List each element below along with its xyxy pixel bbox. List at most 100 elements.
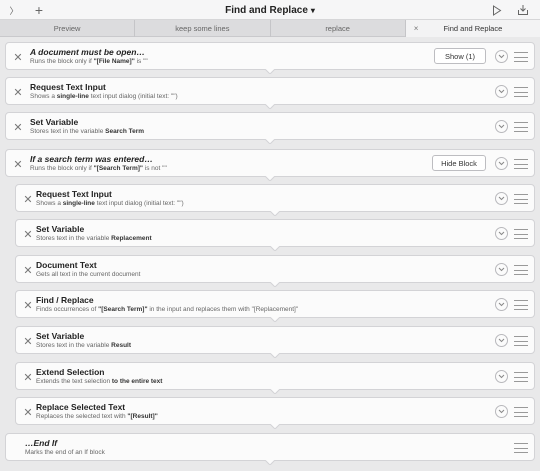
chevron-down-icon[interactable] xyxy=(495,334,508,347)
chevron-down-icon[interactable] xyxy=(495,298,508,311)
chevron-down-icon[interactable] xyxy=(495,405,508,418)
action-document-text[interactable]: ✕ Document Text Gets all text in the cur… xyxy=(15,255,535,287)
share-icon[interactable] xyxy=(515,0,531,20)
hide-block-button[interactable]: Hide Block xyxy=(432,155,486,171)
connector-notch xyxy=(265,460,275,465)
chevron-down-icon[interactable] xyxy=(495,192,508,205)
action-subtitle: Runs the block only if "[File Name]" is … xyxy=(30,58,148,65)
action-title: Set Variable xyxy=(30,117,79,127)
tab-preview[interactable]: Preview xyxy=(0,20,136,37)
drag-handle-icon[interactable] xyxy=(514,229,528,239)
action-title: Find / Replace xyxy=(36,295,94,305)
action-subtitle: Runs the block only if "[Search Term]" i… xyxy=(30,165,167,172)
connector-notch xyxy=(270,317,280,322)
close-icon[interactable]: ✕ xyxy=(11,43,25,71)
play-icon[interactable] xyxy=(490,0,504,20)
action-title: Document Text xyxy=(36,260,97,270)
chevron-down-icon[interactable] xyxy=(495,157,508,170)
toolbar: 〉 + Find and Replace ▾ xyxy=(0,0,540,20)
action-request-text-input[interactable]: ✕ Request Text Input Shows a single-line… xyxy=(5,77,535,109)
action-subtitle: Stores text in the variable Search Term xyxy=(30,128,145,135)
action-find-replace[interactable]: ✕ Find / Replace Finds occurrences of "[… xyxy=(15,290,535,322)
chevron-down-icon[interactable] xyxy=(495,50,508,63)
drag-handle-icon[interactable] xyxy=(514,159,528,169)
connector-notch xyxy=(265,139,275,144)
connector-notch xyxy=(270,246,280,251)
connector-notch xyxy=(270,282,280,287)
document-title-text: Find and Replace xyxy=(225,4,308,16)
connector-notch xyxy=(265,104,275,109)
action-if-document-open[interactable]: ✕ A document must be open… Runs the bloc… xyxy=(5,42,535,74)
action-extend-selection[interactable]: ✕ Extend Selection Extends the text sele… xyxy=(15,362,535,394)
action-subtitle: Finds occurrences of "[Search Term]" in … xyxy=(36,306,299,313)
chevron-down-icon[interactable] xyxy=(495,120,508,133)
action-list: ✕ A document must be open… Runs the bloc… xyxy=(0,37,540,471)
connector-notch xyxy=(270,389,280,394)
document-title[interactable]: Find and Replace ▾ xyxy=(0,0,540,20)
close-icon[interactable]: ✕ xyxy=(21,185,35,213)
close-icon[interactable]: ✕ xyxy=(11,113,25,141)
action-request-text-input-nested[interactable]: ✕ Request Text Input Shows a single-line… xyxy=(15,184,535,216)
action-set-variable-replacement[interactable]: ✕ Set Variable Stores text in the variab… xyxy=(15,219,535,251)
action-title: Extend Selection xyxy=(36,367,105,377)
close-icon[interactable]: ✕ xyxy=(21,327,35,355)
action-subtitle: Gets all text in the current document xyxy=(36,271,141,278)
connector-notch xyxy=(265,176,275,181)
close-tab-icon[interactable]: × xyxy=(414,20,419,37)
tab-label: Find and Replace xyxy=(443,24,503,33)
close-icon[interactable]: ✕ xyxy=(21,398,35,426)
action-title: Set Variable xyxy=(36,224,85,234)
action-subtitle: Stores text in the variable Replacement xyxy=(36,235,152,242)
tab-keep-some-lines[interactable]: keep some lines xyxy=(135,20,271,37)
chevron-down-icon[interactable] xyxy=(495,85,508,98)
tab-label: replace xyxy=(325,24,350,33)
action-set-variable[interactable]: ✕ Set Variable Stores text in the variab… xyxy=(5,112,535,144)
action-replace-selected-text[interactable]: ✕ Replace Selected Text Replaces the sel… xyxy=(15,397,535,429)
close-icon[interactable]: ✕ xyxy=(21,291,35,319)
drag-handle-icon[interactable] xyxy=(514,87,528,97)
close-icon[interactable]: ✕ xyxy=(11,78,25,106)
action-if-search-term[interactable]: ✕ If a search term was entered… Runs the… xyxy=(5,149,535,181)
chevron-down-icon[interactable] xyxy=(495,370,508,383)
action-subtitle: Shows a single-line text input dialog (i… xyxy=(36,200,184,207)
drag-handle-icon[interactable] xyxy=(514,372,528,382)
drag-handle-icon[interactable] xyxy=(514,407,528,417)
action-title: A document must be open… xyxy=(30,47,145,57)
drag-handle-icon[interactable] xyxy=(514,300,528,310)
connector-notch xyxy=(270,211,280,216)
show-button[interactable]: Show (1) xyxy=(434,48,486,64)
title-chevron-icon: ▾ xyxy=(310,5,315,15)
action-title: Request Text Input xyxy=(36,189,112,199)
action-set-variable-result[interactable]: ✕ Set Variable Stores text in the variab… xyxy=(15,326,535,358)
drag-handle-icon[interactable] xyxy=(514,194,528,204)
action-subtitle: Shows a single-line text input dialog (i… xyxy=(30,93,178,100)
tab-label: Preview xyxy=(53,24,81,33)
drag-handle-icon[interactable] xyxy=(514,52,528,62)
action-subtitle: Marks the end of an If block xyxy=(25,449,105,456)
action-title: Replace Selected Text xyxy=(36,402,126,412)
action-title: Set Variable xyxy=(36,331,85,341)
connector-notch xyxy=(270,424,280,429)
tab-replace[interactable]: replace xyxy=(271,20,406,37)
chevron-down-icon[interactable] xyxy=(495,227,508,240)
chevron-down-icon[interactable] xyxy=(495,263,508,276)
close-icon[interactable]: ✕ xyxy=(21,363,35,391)
close-icon[interactable]: ✕ xyxy=(21,220,35,248)
close-icon[interactable]: ✕ xyxy=(11,150,25,178)
action-title: …End If xyxy=(25,438,58,448)
tab-find-and-replace[interactable]: × Find and Replace xyxy=(405,20,540,37)
action-title: If a search term was entered… xyxy=(30,154,153,164)
connector-notch xyxy=(270,353,280,358)
action-end-if[interactable]: …End If Marks the end of an If block xyxy=(5,433,535,465)
drag-handle-icon[interactable] xyxy=(514,265,528,275)
close-icon[interactable]: ✕ xyxy=(21,256,35,284)
drag-handle-icon[interactable] xyxy=(514,122,528,132)
action-subtitle: Stores text in the variable Result xyxy=(36,342,132,349)
tab-bar: Preview keep some lines replace × Find a… xyxy=(0,20,540,37)
drag-handle-icon[interactable] xyxy=(514,443,528,453)
drag-handle-icon[interactable] xyxy=(514,336,528,346)
action-title: Request Text Input xyxy=(30,82,106,92)
connector-notch xyxy=(265,69,275,74)
action-subtitle: Extends the text selection to the entire… xyxy=(36,378,163,385)
action-subtitle: Replaces the selected text with "[Result… xyxy=(36,413,158,420)
